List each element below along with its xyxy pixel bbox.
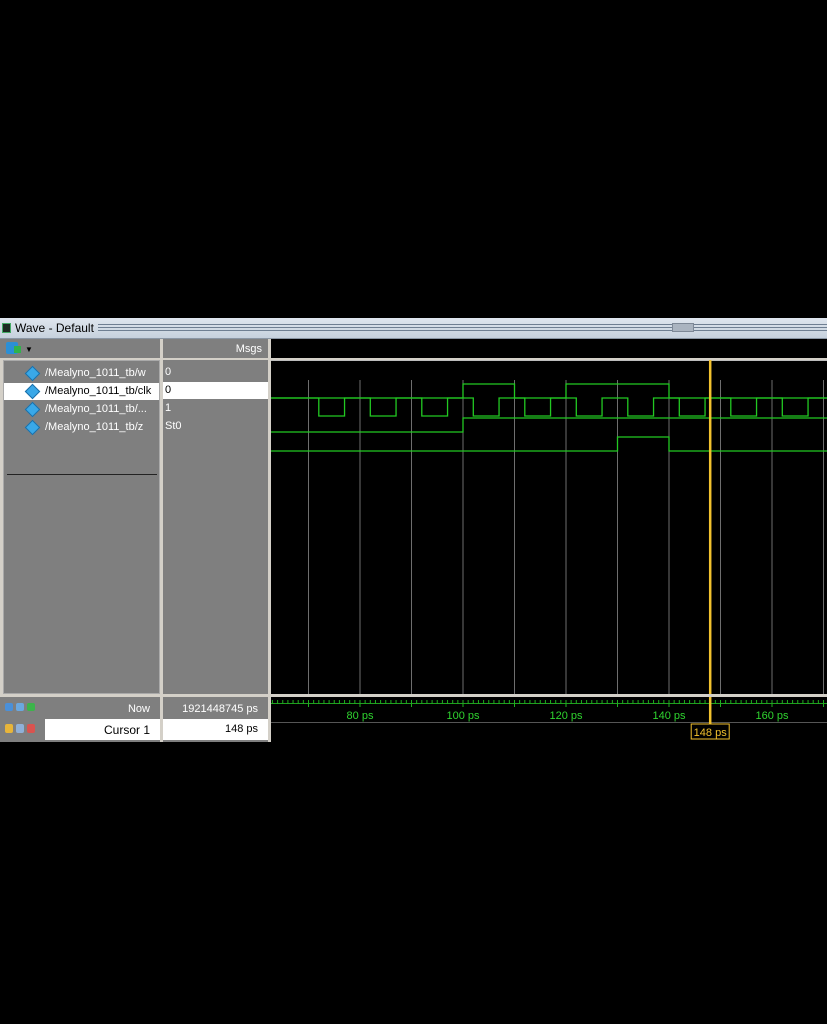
value-column-header: Msgs (163, 339, 268, 358)
signal-value-pane[interactable]: 0 0 1 St0 (163, 360, 268, 694)
value-row[interactable]: 0 (163, 364, 268, 381)
tick-label: 100 ps (446, 710, 480, 722)
now-label: Now (127, 703, 150, 715)
status-area: Now Cursor 1 1921448745 ps 148 ps 80 ps 1… (0, 697, 827, 742)
signal-name: /Mealyno_1011_tb/w (45, 367, 146, 379)
signal-name: /Mealyno_1011_tb/z (45, 421, 144, 433)
signal-name: /Mealyno_1011_tb/clk (45, 385, 152, 397)
signal-name-pane[interactable]: /Mealyno_1011_tb/w/Mealyno_1011_tb/clk/M… (3, 360, 160, 694)
wave-window: Wave - Default ▼ Msgs /Mealyno_1011_tb/w… (0, 318, 827, 742)
toolbar-icons-bottom (5, 724, 38, 736)
msgs-label: Msgs (235, 343, 262, 355)
signal-row[interactable]: /Mealyno_1011_tb/z (4, 419, 159, 436)
cursor-add-icon[interactable] (16, 724, 24, 733)
waveform-pane[interactable] (271, 360, 827, 694)
wave-icon[interactable] (16, 703, 24, 711)
cursor-name-pane: Now Cursor 1 (0, 697, 160, 742)
wave-trace-3 (271, 417, 827, 433)
add-icon[interactable] (27, 703, 35, 711)
wave-trace-clk (271, 397, 827, 417)
now-value: 1921448745 ps (182, 703, 258, 715)
cursor-tag-label: 148 ps (694, 727, 728, 739)
signal-name: /Mealyno_1011_tb/... (45, 403, 147, 415)
chevron-down-icon[interactable]: ▼ (25, 345, 33, 354)
wave-window-icon (2, 323, 11, 333)
add-wave-badge-icon (14, 346, 21, 353)
signal-icon (24, 419, 41, 436)
dock-handle-icon[interactable] (672, 323, 694, 332)
signal-icon (24, 383, 41, 400)
cursor-delete-icon[interactable] (27, 724, 35, 733)
drag-grip[interactable] (98, 324, 827, 332)
toolbar-icons-top (5, 702, 38, 714)
signal-row[interactable]: /Mealyno_1011_tb/clk (4, 383, 159, 400)
tick-label: 120 ps (549, 710, 583, 722)
timeline-ruler[interactable]: 80 ps 100 ps 120 ps 140 ps 160 ps 148 ps (271, 697, 827, 742)
tick-label: 160 ps (755, 710, 789, 722)
name-column-header: ▼ (0, 339, 160, 358)
signal-value: 0 (165, 384, 172, 396)
signal-icon (24, 365, 41, 382)
cursor-value-row[interactable]: 148 ps (163, 719, 268, 740)
signal-row[interactable]: /Mealyno_1011_tb/w (4, 365, 159, 382)
signal-value: 0 (165, 366, 172, 378)
signal-value: 1 (165, 402, 172, 414)
lock-icon[interactable] (5, 724, 13, 733)
timeline-canvas[interactable]: 80 ps 100 ps 120 ps 140 ps 160 ps 148 ps (271, 697, 827, 742)
tick-label: 80 ps (347, 710, 374, 722)
waveform-canvas[interactable] (271, 360, 827, 694)
divider (7, 474, 157, 475)
value-row[interactable]: 1 (163, 400, 268, 417)
signal-value: St0 (165, 420, 182, 432)
wave-trace-z (271, 436, 827, 452)
signal-icon[interactable] (5, 703, 13, 711)
tick-label: 140 ps (652, 710, 686, 722)
cursor-value: 148 ps (224, 723, 258, 735)
wave-trace-w (271, 383, 827, 399)
cursor-value-pane: 1921448745 ps 148 ps (163, 697, 268, 742)
window-title: Wave - Default (15, 321, 94, 335)
wave-column-header (271, 339, 827, 358)
value-row[interactable]: St0 (163, 418, 268, 435)
cursor-label: Cursor 1 (103, 723, 150, 737)
cursor-row[interactable]: Cursor 1 (45, 719, 160, 740)
value-row[interactable]: 0 (163, 382, 268, 399)
signal-icon (24, 401, 41, 418)
signal-row[interactable]: /Mealyno_1011_tb/... (4, 401, 159, 418)
title-bar[interactable]: Wave - Default (0, 318, 827, 339)
column-header: ▼ Msgs (0, 339, 827, 358)
